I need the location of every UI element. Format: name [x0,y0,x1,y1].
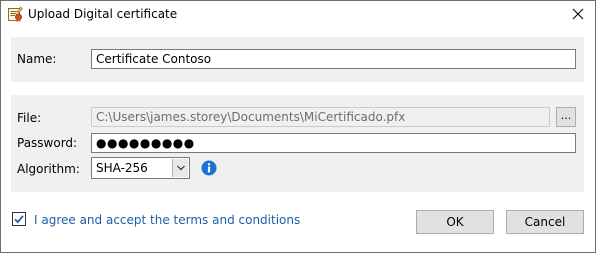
file-path-input: C:\Users\james.storey\Documents\MiCertif… [91,107,550,127]
chevron-down-icon[interactable] [172,159,188,177]
title-bar: Upload Digital certificate [1,1,595,29]
certificate-panel: File: C:\Users\james.storey\Documents\Mi… [11,95,584,192]
ok-button[interactable]: OK [416,210,494,234]
cancel-button[interactable]: Cancel [506,210,584,234]
algorithm-value: SHA-256 [96,161,148,175]
password-label: Password: [17,136,78,150]
upload-certificate-dialog: Upload Digital certificate Name: Certifi… [0,0,596,253]
file-label: File: [17,111,42,125]
certificate-icon [7,6,23,22]
agree-checkbox[interactable] [12,212,26,226]
info-icon[interactable] [201,160,217,176]
close-button[interactable] [561,1,595,29]
password-input[interactable]: ●●●●●●●●● [91,133,576,153]
name-panel: Name: Certificate Contoso [11,37,584,82]
agree-terms-label[interactable]: I agree and accept the terms and conditi… [34,213,300,227]
browse-button[interactable]: ... [556,107,576,127]
close-icon [572,8,584,23]
algorithm-select[interactable]: SHA-256 [91,157,190,179]
name-label: Name: [17,52,57,66]
algorithm-label: Algorithm: [17,162,80,176]
name-input[interactable]: Certificate Contoso [91,49,576,69]
dialog-title: Upload Digital certificate [28,7,178,21]
